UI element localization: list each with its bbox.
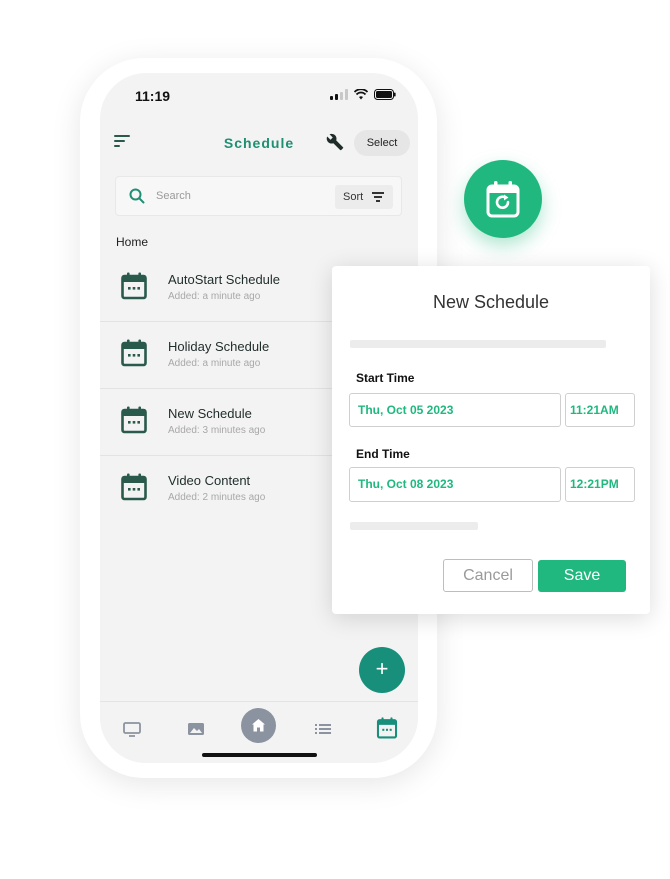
start-date-field[interactable]: Thu, Oct 05 2023 bbox=[349, 393, 561, 427]
stage: 11:19 Schedule Select Search Sort Home A… bbox=[0, 0, 670, 879]
calendar-icon bbox=[121, 272, 147, 300]
status-icons bbox=[330, 89, 396, 100]
calendar-icon bbox=[121, 473, 147, 501]
end-time-field[interactable]: 12:21PM bbox=[565, 467, 635, 502]
calendar-icon bbox=[121, 339, 147, 367]
select-button[interactable]: Select bbox=[354, 130, 410, 156]
placeholder-bar bbox=[350, 340, 606, 348]
calendar-nav-icon[interactable] bbox=[376, 717, 398, 739]
item-name: Holiday Schedule bbox=[168, 339, 270, 354]
sort-icon bbox=[372, 192, 384, 202]
item-added: Added: 2 minutes ago bbox=[168, 492, 266, 503]
battery-icon bbox=[374, 89, 396, 100]
new-schedule-dialog: New Schedule Start Time Thu, Oct 05 2023… bbox=[332, 266, 650, 614]
item-added: Added: a minute ago bbox=[168, 291, 261, 302]
calendar-icon bbox=[121, 406, 147, 434]
image-icon[interactable] bbox=[186, 719, 206, 739]
item-added: Added: a minute ago bbox=[168, 358, 261, 369]
end-time-label: End Time bbox=[356, 447, 410, 461]
breadcrumb: Home bbox=[116, 235, 149, 249]
signal-icon bbox=[330, 89, 348, 100]
home-icon bbox=[252, 719, 265, 732]
status-bar: 11:19 bbox=[100, 73, 418, 121]
item-name: AutoStart Schedule bbox=[168, 272, 281, 287]
search-icon bbox=[129, 188, 145, 204]
placeholder-bar bbox=[350, 522, 478, 530]
end-date-field[interactable]: Thu, Oct 08 2023 bbox=[349, 467, 561, 502]
list-icon[interactable] bbox=[313, 719, 333, 739]
home-indicator bbox=[202, 753, 317, 757]
wifi-icon bbox=[354, 89, 368, 100]
wrench-icon[interactable] bbox=[326, 133, 344, 151]
app-bar: Schedule Select bbox=[100, 121, 418, 165]
item-added: Added: 3 minutes ago bbox=[168, 425, 266, 436]
start-time-field[interactable]: 11:21AM bbox=[565, 393, 635, 427]
monitor-icon[interactable] bbox=[122, 719, 142, 739]
item-name: New Schedule bbox=[168, 406, 252, 421]
item-name: Video Content bbox=[168, 473, 251, 488]
search-input[interactable]: Search bbox=[156, 190, 191, 202]
dialog-title: New Schedule bbox=[432, 292, 550, 312]
status-time: 11:19 bbox=[135, 88, 171, 104]
add-schedule-button[interactable]: + bbox=[359, 647, 405, 693]
sort-button[interactable]: Sort bbox=[335, 185, 393, 209]
schedule-refresh-badge bbox=[464, 160, 542, 238]
search-bar[interactable]: Search Sort bbox=[115, 176, 402, 216]
save-button[interactable]: Save bbox=[538, 560, 626, 592]
calendar-refresh-icon bbox=[486, 181, 520, 218]
sort-label: Sort bbox=[343, 191, 364, 203]
home-nav-button[interactable] bbox=[241, 708, 276, 743]
cancel-button[interactable]: Cancel bbox=[443, 559, 533, 592]
start-time-label: Start Time bbox=[356, 371, 415, 385]
